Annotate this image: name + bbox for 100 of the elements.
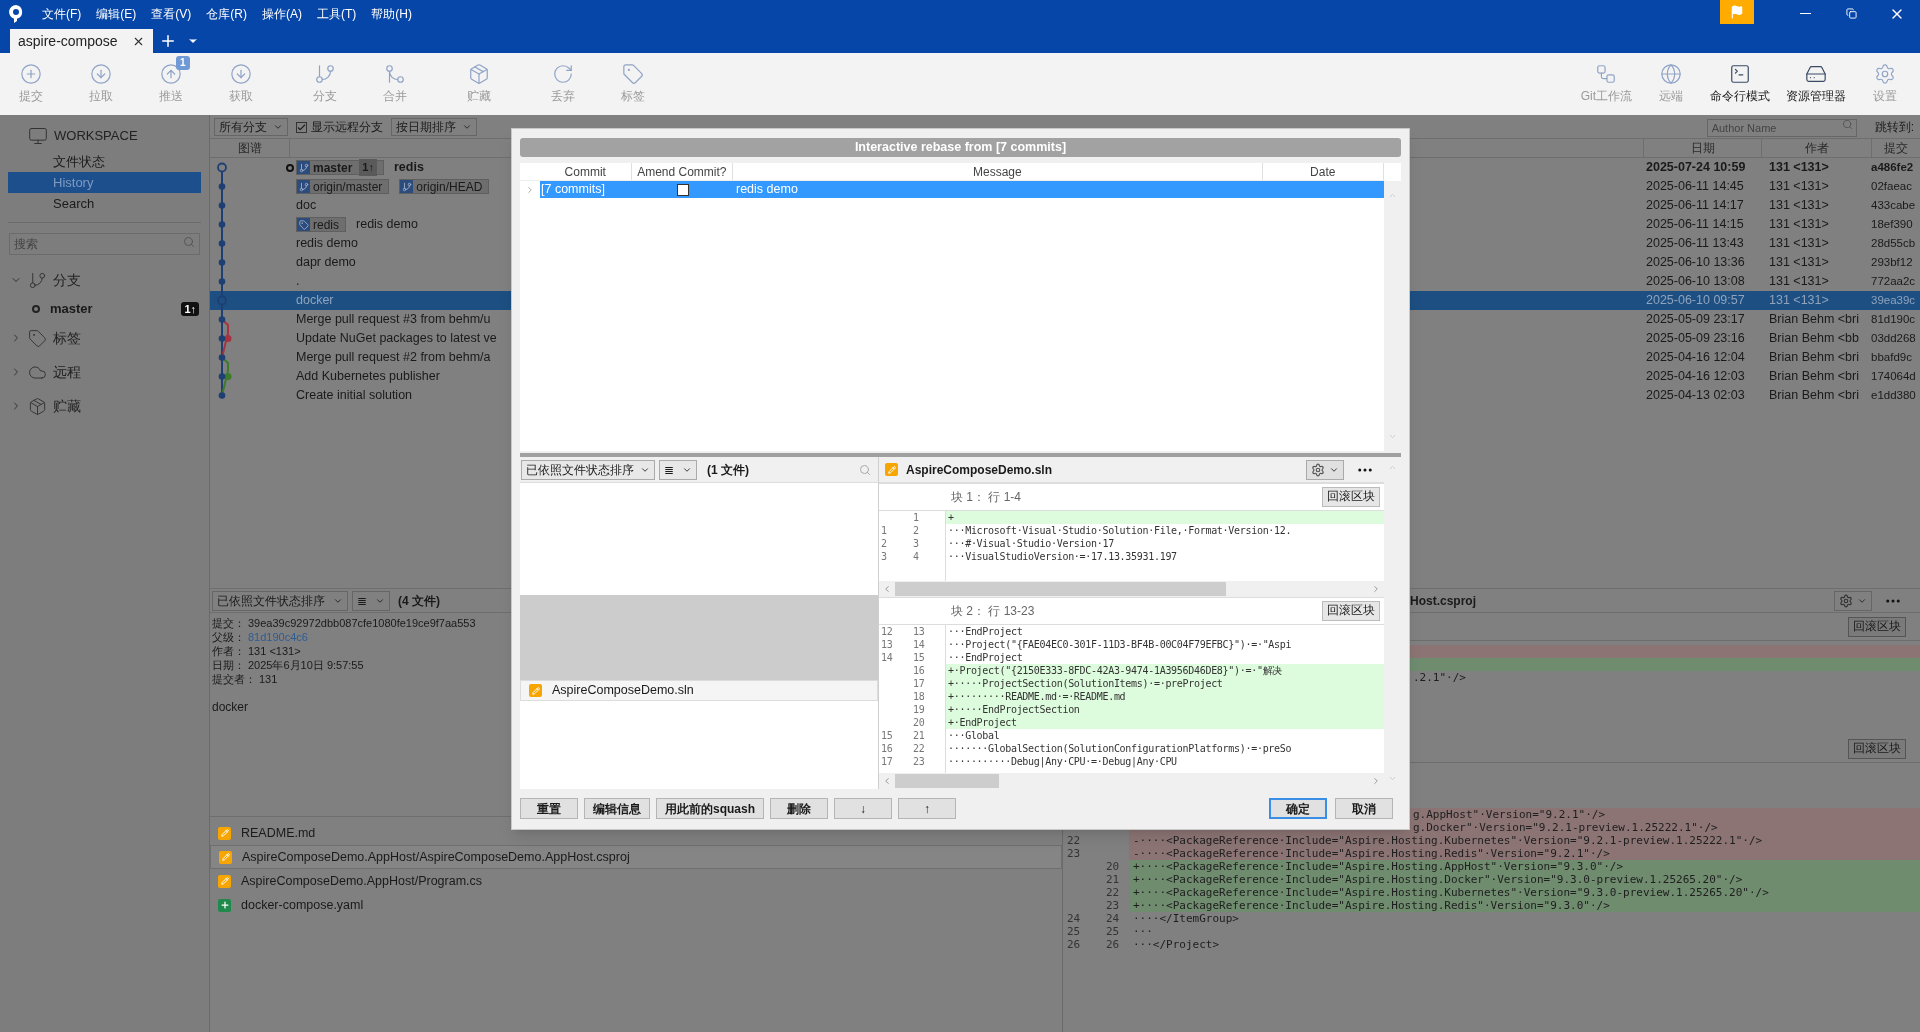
- file-count: (1 文件): [707, 461, 749, 479]
- commit-message: doc: [296, 197, 317, 215]
- code-line: ···VisualStudioVersion·=·17.13.35931.197: [947, 550, 1178, 563]
- commit-date: 2025-06-11 13:43: [1645, 235, 1745, 253]
- line-number: 26: [1106, 938, 1120, 951]
- commit-author: 131 <131>: [1768, 197, 1830, 215]
- remote-branch-label: origin/master: [296, 179, 390, 194]
- commit-hash: 772aa2c: [1871, 273, 1917, 289]
- detail-label: 作者：: [212, 644, 245, 658]
- code-line: ···#·Visual·Studio·Version·17: [947, 537, 1115, 550]
- line-number: 22: [1106, 886, 1120, 899]
- commit-hash: bbafd9c: [1871, 349, 1913, 365]
- commit-author: 131 <131>: [1768, 159, 1830, 177]
- code-line: ·······GlobalSection(SolutionConfigurationPlatforms)·=·preSo: [947, 742, 1293, 755]
- group-label: 分支: [53, 270, 81, 290]
- line-number: 2: [913, 525, 919, 536]
- commit-hash: 03dd268: [1871, 330, 1917, 346]
- commit-date: 2025-04-16 12:04: [1645, 349, 1746, 367]
- commit-message: Create initial solution: [296, 387, 413, 405]
- commit-message: docker: [296, 292, 334, 310]
- commit-date: 2025-06-11 14:45: [1645, 178, 1745, 196]
- commit-date: 2025-06-11 14:17: [1645, 197, 1745, 215]
- commit-message: dapr demo: [296, 254, 356, 272]
- commit-author: Brian Behm <bri: [1768, 349, 1860, 367]
- commit-hash: 293bf12: [1871, 254, 1914, 270]
- line-number: 17: [881, 756, 893, 767]
- commit-hash: 433cabe: [1871, 197, 1917, 213]
- commit-date: 2025-07-24 10:59: [1645, 159, 1747, 177]
- code-line: ···········Debug|Any·CPU·=·Debug|Any·CPU: [947, 755, 1178, 768]
- commit-message: docker: [212, 700, 249, 714]
- commit-date: 2025-06-11 14:15: [1645, 216, 1745, 234]
- line-number: 23: [913, 756, 925, 767]
- commit-hash: 174064d: [1871, 368, 1917, 384]
- line-number: 2: [881, 538, 887, 549]
- line-number: 13: [913, 626, 925, 637]
- commit-date: 2025-05-09 23:16: [1645, 330, 1746, 348]
- commit-message: redis: [394, 159, 424, 177]
- commit-author: Brian Behm <bri: [1768, 368, 1860, 386]
- commit-date: 2025-06-10 09:57: [1645, 292, 1746, 310]
- file-path: AspireComposeDemo.AppHost/AspireComposeDemo.AppHost.csproj: [242, 848, 630, 866]
- line-number: 22: [913, 743, 925, 754]
- detail-value: 39ea39c92972dbb087cfe1080fe19ce9f7aa553: [248, 616, 476, 630]
- detail-value: 131 <131>: [248, 644, 301, 658]
- remote-branch-label: origin/HEAD: [399, 179, 490, 194]
- commit-message: Merge pull request #3 from behm/u: [296, 311, 491, 329]
- detail-label: 提交者：: [212, 672, 256, 686]
- code-line: ···</Project>: [1132, 938, 1221, 951]
- line-number: 21: [913, 730, 925, 741]
- group-label: 贮藏: [53, 396, 81, 416]
- commit-hash: 39ea39c: [1871, 292, 1917, 308]
- commit-message: Add Kubernetes publisher: [296, 368, 440, 386]
- commit-author: 131 <131>: [1768, 292, 1830, 310]
- line-number: 15: [913, 652, 925, 663]
- commit-message: redis demo: [356, 216, 418, 234]
- code-line: ···Project("{FAE04EC0-301F-11D3-BF4B-00C04F79EFBC}")·=·"Aspi: [947, 638, 1293, 651]
- branch-name: master: [50, 300, 94, 319]
- line-number: 25: [1106, 925, 1120, 938]
- line-number: 24: [1067, 912, 1081, 925]
- line-number: 23: [1106, 899, 1120, 912]
- commit-date: 2025-04-16 12:03: [1645, 368, 1746, 386]
- detail-label: 日期：: [212, 658, 245, 672]
- tab-title: aspire-compose: [18, 31, 118, 51]
- line-number: 16: [913, 665, 925, 676]
- line-number: 14: [913, 639, 925, 650]
- ahead-count-badge: 1↑: [359, 159, 377, 176]
- detail-label: 提交：: [212, 616, 245, 630]
- detail-value: 2025年6月10日 9:57:55: [248, 658, 364, 672]
- line-number: 12: [881, 626, 893, 637]
- line-number: 17: [913, 678, 925, 689]
- branch-label: master 1↑: [296, 160, 384, 175]
- line-number: 16: [881, 743, 893, 754]
- hunk-title: 块 2： 行 13-23: [950, 603, 1036, 620]
- code-line: ···EndProject: [947, 651, 1024, 664]
- commit-hash: a486fe2: [1871, 159, 1915, 175]
- commit-cell-text: [7 commits]: [540, 181, 606, 199]
- commit-hash: 02faeac: [1871, 178, 1913, 194]
- line-number: 23: [1067, 847, 1081, 860]
- line-number: 3: [913, 538, 919, 549]
- line-number: 26: [1067, 938, 1081, 951]
- commit-message: Update NuGet packages to latest ve: [296, 330, 497, 348]
- line-number: 22: [1067, 834, 1081, 847]
- line-number: 3: [881, 551, 887, 562]
- message-cell-text: redis demo: [735, 181, 798, 199]
- commit-author: 131 <131>: [1768, 254, 1830, 272]
- commit-message: Merge pull request #2 from behm/a: [296, 349, 491, 367]
- ahead-count-badge: 1↑: [181, 302, 199, 316]
- line-number: 13: [881, 639, 893, 650]
- commit-author: 131 <131>: [1768, 273, 1830, 291]
- code-line: ···EndProject: [947, 625, 1024, 638]
- line-number: 21: [1106, 873, 1120, 886]
- commit-message: redis demo: [296, 235, 358, 253]
- file-name: AspireComposeDemo.sln: [552, 682, 694, 700]
- workspace-heading: WORKSPACE: [54, 127, 138, 146]
- commit-date: 2025-06-10 13:36: [1645, 254, 1746, 272]
- commit-author: 131 <131>: [1768, 216, 1830, 234]
- commit-date: 2025-05-09 23:17: [1645, 311, 1746, 329]
- group-label: 标签: [53, 328, 81, 348]
- code-line: ····</ItemGroup>: [1132, 912, 1240, 925]
- file-name: AspireComposeDemo.sln: [906, 461, 1054, 479]
- line-number: 1: [881, 525, 887, 536]
